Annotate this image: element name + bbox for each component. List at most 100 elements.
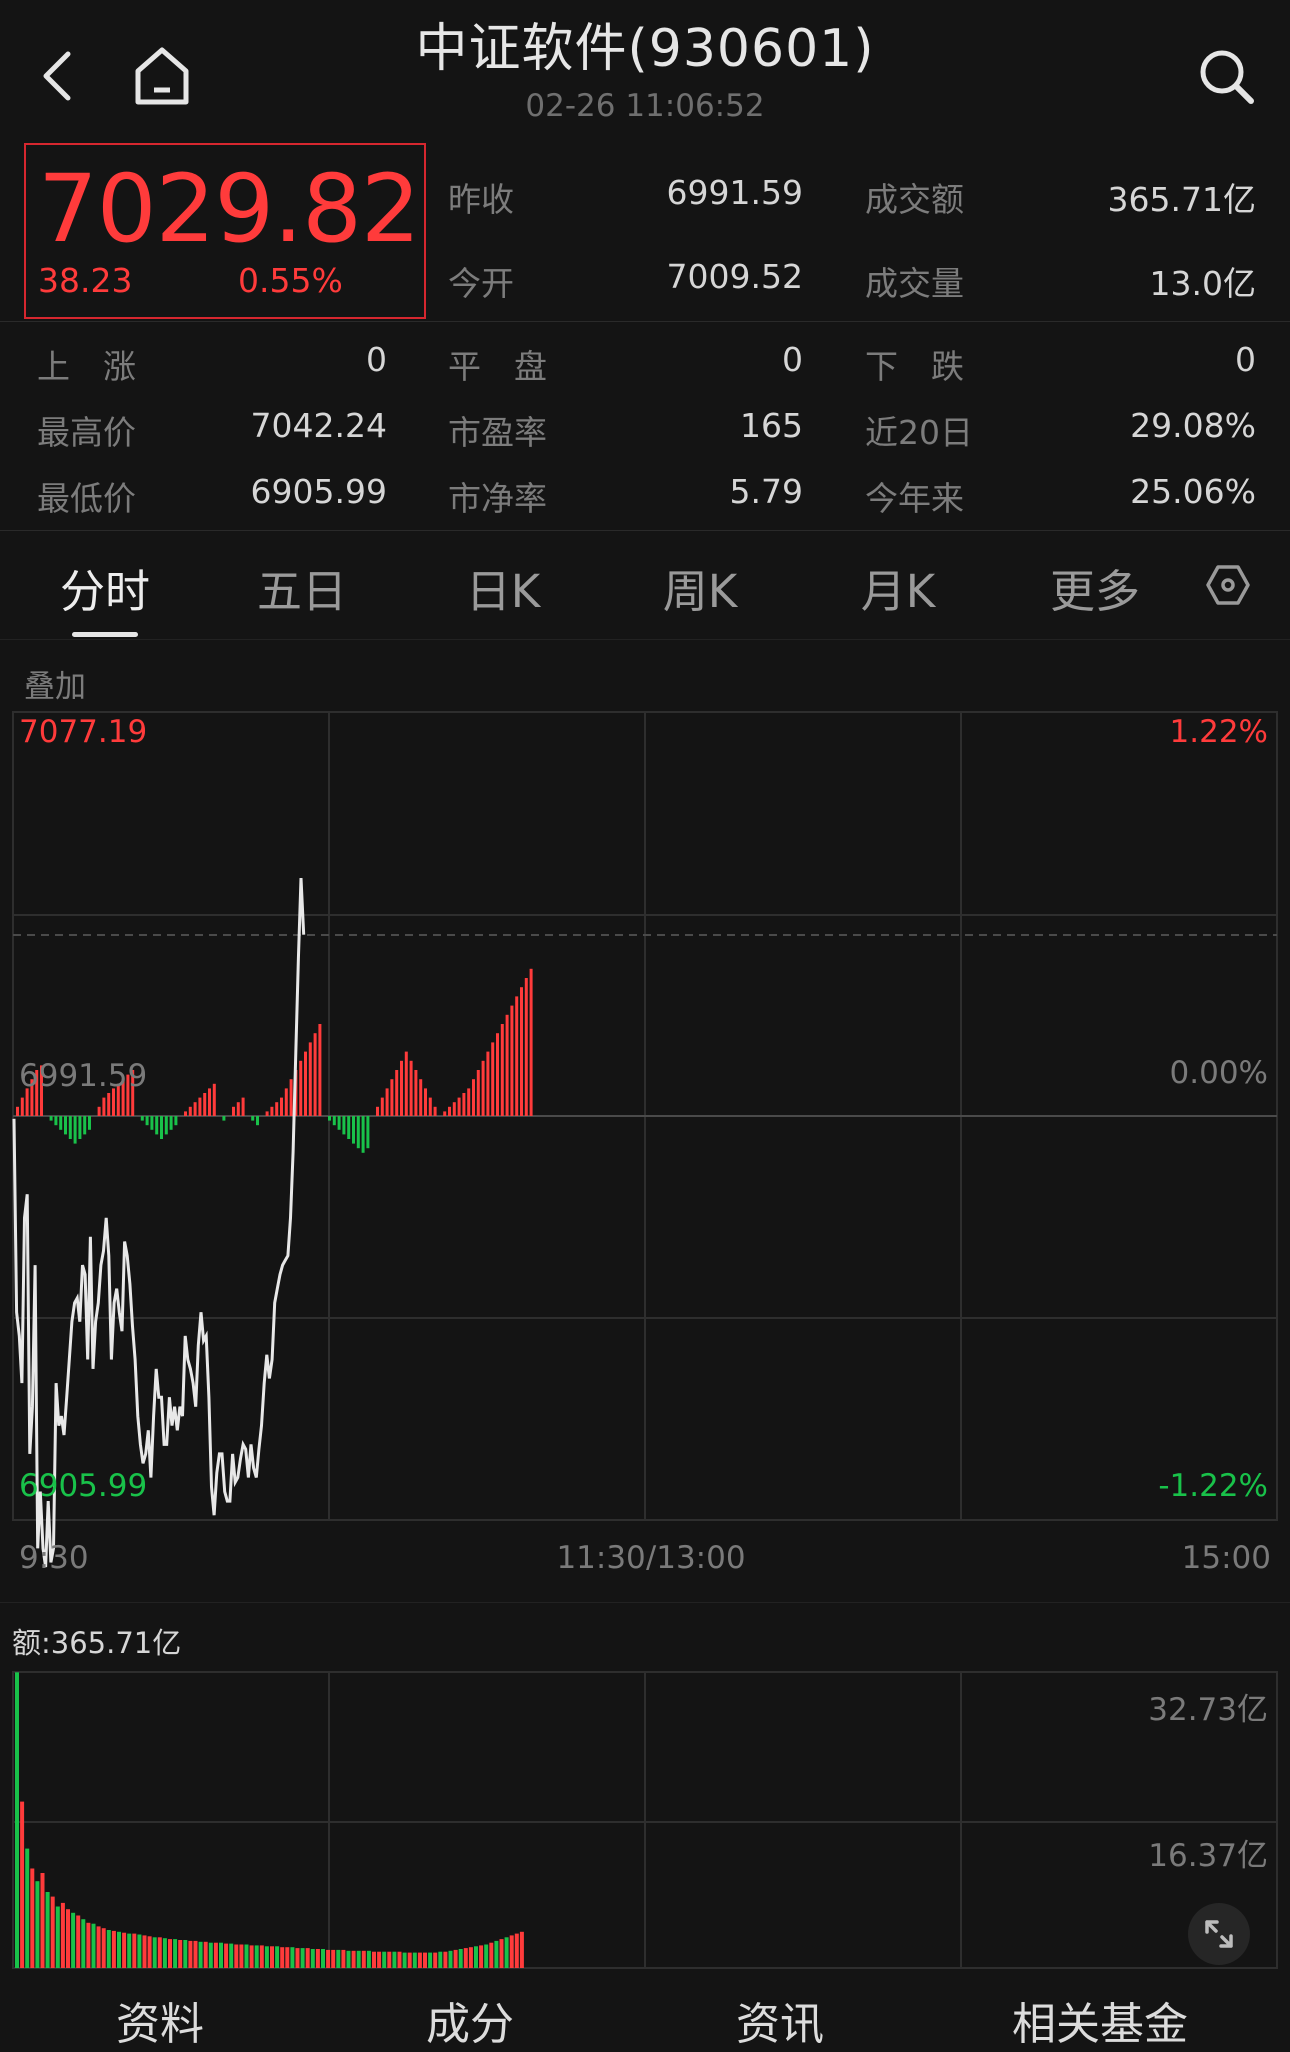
direction-bar (203, 1093, 207, 1116)
turnover-bar (91, 1923, 96, 1968)
turnover-bar (423, 1952, 427, 1968)
turnover-bar (127, 1933, 132, 1968)
direction-bar (462, 1093, 466, 1116)
turnover-bar (514, 1933, 519, 1968)
direction-bar (385, 1088, 389, 1116)
turnover-bar (168, 1939, 172, 1968)
direction-bar (318, 1024, 322, 1116)
tab-more[interactable]: 更多 (1015, 555, 1175, 620)
turnover-bar (519, 1931, 524, 1968)
bottom-tab-related-funds[interactable]: 相关基金 (980, 1988, 1220, 2052)
turnover-bar (397, 1951, 402, 1968)
turnover-bar (66, 1909, 70, 1968)
chart-settings-button[interactable] (1198, 560, 1258, 610)
x-label-midday: 11:30/13:00 (556, 1540, 745, 1570)
tab-daily-k[interactable]: 日K (423, 555, 583, 620)
turnover-bar (270, 1946, 274, 1968)
stat-label-high: 最高价 (37, 413, 136, 452)
turnover-bar (30, 1868, 35, 1968)
turnover-bar (366, 1950, 371, 1968)
turnover-bar (76, 1915, 81, 1968)
turnover-bar (178, 1940, 183, 1968)
bottom-tab-profile[interactable]: 资料 (40, 1988, 280, 2052)
direction-bar (222, 1116, 226, 1121)
direction-bar (208, 1088, 211, 1116)
search-icon (1200, 50, 1254, 104)
turnover-bar (392, 1951, 397, 1968)
direction-bar (448, 1106, 451, 1116)
direction-bar (529, 968, 533, 1116)
pct-axis-min: -1.22% (1158, 1468, 1268, 1504)
turnover-bar (468, 1947, 473, 1968)
direction-bar (433, 1106, 437, 1116)
direction-bar (49, 1116, 53, 1121)
price-axis-max: 7077.19 (19, 714, 147, 750)
direction-bar (198, 1097, 202, 1116)
stat-value-20d: 29.08% (1130, 406, 1256, 445)
turnover-bar (295, 1948, 300, 1968)
turnover-bar (173, 1939, 178, 1968)
direction-bar (328, 1116, 331, 1121)
turnover-bar (96, 1926, 101, 1968)
turnover-bar (213, 1942, 218, 1968)
direction-bar (452, 1102, 456, 1116)
direction-bar (174, 1116, 178, 1126)
turnover-bar (453, 1949, 458, 1968)
turnover-bar (285, 1947, 290, 1968)
pct-axis-ref: 0.00% (1170, 1055, 1268, 1091)
tab-intraday[interactable]: 分时 (25, 555, 185, 620)
direction-bar (510, 1005, 514, 1116)
turnover-bar (321, 1949, 325, 1968)
turnover-bar (249, 1945, 254, 1968)
direction-bar (356, 1116, 360, 1149)
tab-monthly-k[interactable]: 月K (818, 555, 978, 620)
direction-bar (467, 1088, 471, 1116)
search-button[interactable] (1190, 40, 1262, 112)
direction-bar (380, 1097, 384, 1116)
turnover-bar (142, 1935, 147, 1968)
turnover-bar (20, 1801, 25, 1968)
direction-bar (275, 1102, 279, 1116)
turnover-bar (387, 1951, 392, 1968)
direction-bar (284, 1088, 288, 1116)
turnover-bar (254, 1945, 259, 1968)
direction-bar (332, 1116, 336, 1126)
turnover-bar (280, 1947, 285, 1968)
direction-bar (59, 1116, 63, 1130)
direction-bar (304, 1051, 307, 1116)
stat-label-20d: 近20日 (865, 413, 973, 452)
direction-bar (169, 1116, 173, 1130)
direction-bar (419, 1079, 423, 1116)
direction-bar (150, 1116, 154, 1130)
turnover-bar (361, 1950, 366, 1968)
turnover-axis-max: 32.73亿 (1148, 1692, 1268, 1728)
direction-bar (500, 1024, 504, 1116)
direction-bar (443, 1111, 447, 1116)
expand-chart-button[interactable] (1188, 1903, 1250, 1965)
stat-label-ytd: 今年来 (865, 479, 964, 518)
bottom-tab-constituents[interactable]: 成分 (350, 1988, 590, 2052)
turnover-bar (157, 1937, 162, 1968)
turnover-bar (310, 1949, 315, 1968)
turnover-bar (448, 1950, 453, 1968)
tab-weekly-k[interactable]: 周K (620, 555, 780, 620)
bottom-tab-news[interactable]: 资讯 (660, 1988, 900, 2052)
direction-bar (313, 1033, 317, 1116)
direction-bar (164, 1116, 168, 1135)
turnover-bar (463, 1948, 468, 1968)
direction-bar (107, 1093, 111, 1116)
turnover-bar (417, 1952, 422, 1968)
direction-bar (193, 1102, 197, 1116)
intraday-chart: 7077.19 6991.59 6905.99 1.22% 0.00% -1.2… (12, 711, 1278, 1570)
turnover-bar (117, 1931, 121, 1968)
turnover-bar (25, 1848, 30, 1968)
direction-bar (481, 1060, 485, 1116)
tab-five-day[interactable]: 五日 (222, 555, 382, 620)
turnover-bar (433, 1952, 438, 1968)
turnover-chart: 32.73亿 16.37亿 (12, 1671, 1278, 1969)
turnover-bar (305, 1948, 310, 1968)
direction-bar (251, 1116, 255, 1121)
turnover-bar (229, 1943, 234, 1968)
turnover-bar (86, 1922, 91, 1968)
turnover-bar (356, 1950, 361, 1968)
